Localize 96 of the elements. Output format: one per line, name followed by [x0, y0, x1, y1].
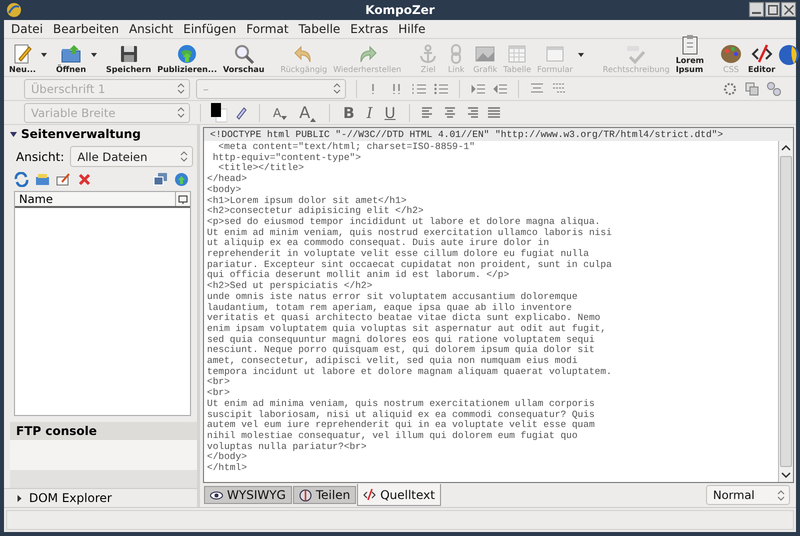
source-line: http-equiv="content-type"> — [212, 152, 362, 163]
folder-icon — [60, 43, 82, 65]
toolbar-button[interactable]: Speichern — [103, 43, 154, 74]
source-line: <body> — [207, 184, 242, 196]
select-caret-icon — [777, 490, 785, 500]
split-circle-icon — [298, 488, 312, 502]
source-line: enim ipsam voluptatem quia voluptas sit aspernatur aut odit aut fugit, — [207, 324, 608, 335]
minimize-icon — [752, 12, 761, 14]
source-line: reprehenderit in voluptate velit esse cillum dolore eu fugiat nulla — [207, 249, 590, 260]
checkmark-icon — [625, 43, 648, 65]
panel-title: DOM Explorer — [29, 491, 112, 505]
toolbar-button[interactable]: Lorem Ipsum — [672, 34, 707, 74]
source-line: qui officia deserunt mollit anim id est laborum. </p> — [207, 270, 510, 281]
menu-item[interactable]: Extras — [345, 22, 394, 36]
view-tab[interactable]: Teilen — [292, 486, 356, 504]
color-swatch-icon[interactable] — [211, 102, 227, 122]
app-logo-icon — [6, 2, 22, 18]
mode-select[interactable]: Normal — [706, 485, 790, 505]
view-tab[interactable]: WYSIWYG — [204, 486, 292, 504]
source-line: </html> — [207, 463, 248, 474]
window-title: KompoZer — [365, 3, 435, 17]
source-line: unde omnis iste natus error sit voluptatem accusantium doloremque — [207, 292, 579, 303]
menu-item[interactable]: Datei — [6, 22, 48, 36]
source-line: amet, consectetur, adipisci velit, sed quia non numquam eius modi — [207, 356, 579, 367]
source-line: autem vel eum iure reprehenderit qui in ea voluptate velit esse quam — [207, 420, 596, 431]
select-caret-icon — [177, 83, 185, 94]
source-line: <h2>Sed ut perspiciatis </h2> — [207, 281, 374, 292]
source-line: </body> — [207, 452, 248, 463]
panel-title: Seitenverwaltung — [21, 127, 141, 141]
maximize-button[interactable] — [765, 2, 780, 17]
source-line: <p>sed do eiusmod tempor incididunt ut labore et dolore magna aliqua. — [207, 216, 602, 228]
code-pen-icon — [363, 488, 376, 501]
select-caret-icon — [180, 151, 188, 162]
source-line: <br> — [207, 388, 231, 399]
globe-icon — [176, 43, 198, 65]
menu-item[interactable]: Tabelle — [294, 22, 346, 36]
source-line: sed quia consequuntur magni dolores eos qui ratione voluptatem sequi — [207, 334, 596, 345]
maximize-icon — [768, 4, 778, 14]
source-line: tempora incidunt ut labore et dolore magnam aliquam quaerat voluptatem. — [207, 366, 613, 377]
table-icon — [506, 43, 528, 65]
eye-icon — [210, 488, 223, 502]
source-line: </head> — [207, 174, 248, 185]
source-line: ut aliquip ex ea commodo consequat. Duis aute irure dolor in — [207, 238, 550, 249]
source-line: suscipit laboriosam, nisi ut aliquid ex ea commodi consequatur? Quis — [207, 410, 596, 420]
up-triangle-icon — [310, 118, 316, 122]
collapsed-triangle-icon[interactable] — [16, 494, 23, 502]
source-line: voluptas nulla pariatur?<br> — [207, 442, 368, 452]
expanded-triangle-icon[interactable] — [10, 130, 17, 138]
source-line: <title></title> — [217, 163, 305, 174]
delete-icon[interactable] — [77, 172, 92, 187]
source-line: nihil molestiae consequatur, vel illum qui dolorem eum fugiat quo — [207, 430, 579, 442]
menu-item[interactable]: Hilfe — [393, 22, 431, 36]
dropdown-arrow-icon[interactable] — [91, 52, 98, 56]
magnifier-icon — [232, 43, 255, 65]
overlapping-squares-icon[interactable] — [744, 80, 760, 96]
source-line: Ut enim ad minim veniam, quis nostrud exercitation ullamco laboris nisi — [207, 228, 613, 238]
view-label: Ansicht: — [16, 150, 64, 164]
menu-item[interactable]: Einfügen — [178, 22, 242, 36]
toolbar-button[interactable]: Vorschau — [220, 43, 268, 74]
menu-item[interactable]: Format — [241, 22, 294, 36]
view-select[interactable]: Alle Dateien — [70, 146, 193, 167]
toolbar-button[interactable]: Neu... — [6, 43, 39, 74]
scrollbar-thumb[interactable] — [780, 156, 792, 467]
source-line: <h2>consectetur adipisicing elit </h2> — [207, 206, 425, 217]
folder-icon[interactable] — [35, 172, 50, 187]
source-line: <meta content="text/html; charset=ISO-8859-1" — [217, 142, 476, 153]
refresh-icon[interactable] — [14, 172, 29, 187]
close-button[interactable] — [781, 2, 796, 17]
source-line: laudantium, totam rem aperiam, eaque ipsa quae ab illo inventore — [207, 302, 573, 313]
minimize-button[interactable] — [749, 2, 764, 17]
globe-icon[interactable] — [174, 172, 189, 187]
source-line: <h1>Lorem ipsum dolor sit amet</h1> — [207, 196, 408, 206]
source-line: nesciunt. Neque porro quisquam est, qui dolorem ipsum quia dolor sit — [207, 345, 596, 356]
source-line: veritatis et quasi architecto beatae vitae dicta sunt explicabo. Nemo — [207, 313, 602, 324]
select-caret-icon — [333, 83, 341, 94]
dropdown-arrow-icon[interactable] — [40, 52, 47, 56]
menu-item[interactable]: Bearbeiten — [48, 22, 124, 36]
justify-icon[interactable] — [486, 104, 502, 120]
source-line: <br> — [207, 377, 231, 388]
toolbar-button[interactable]: Öffnen — [52, 43, 90, 74]
code-pen-icon — [750, 43, 773, 65]
source-line: Ut enim ad minima veniam, quis nostrum exercitationem ullam corporis — [207, 398, 596, 410]
close-icon — [784, 4, 794, 14]
down-triangle-icon — [281, 116, 288, 120]
palette-icon — [720, 43, 742, 65]
view-tab[interactable]: Quelltext — [357, 484, 441, 506]
globe-icon — [778, 44, 800, 66]
linked-circles-icon[interactable] — [766, 80, 782, 96]
toolbar-button[interactable]: Editor — [745, 43, 778, 74]
menu-item[interactable]: Ansicht — [124, 22, 178, 36]
ftp-console-title: FTP console — [10, 422, 197, 440]
edit-icon[interactable] — [56, 172, 71, 187]
windows-icon[interactable] — [153, 172, 168, 187]
source-line: pariatur. Excepteur sint occaecat cupidatat non proident, sunt in culpa — [207, 260, 613, 270]
select-caret-icon — [177, 107, 185, 118]
toolbar-button[interactable]: Publizieren... — [154, 43, 220, 74]
